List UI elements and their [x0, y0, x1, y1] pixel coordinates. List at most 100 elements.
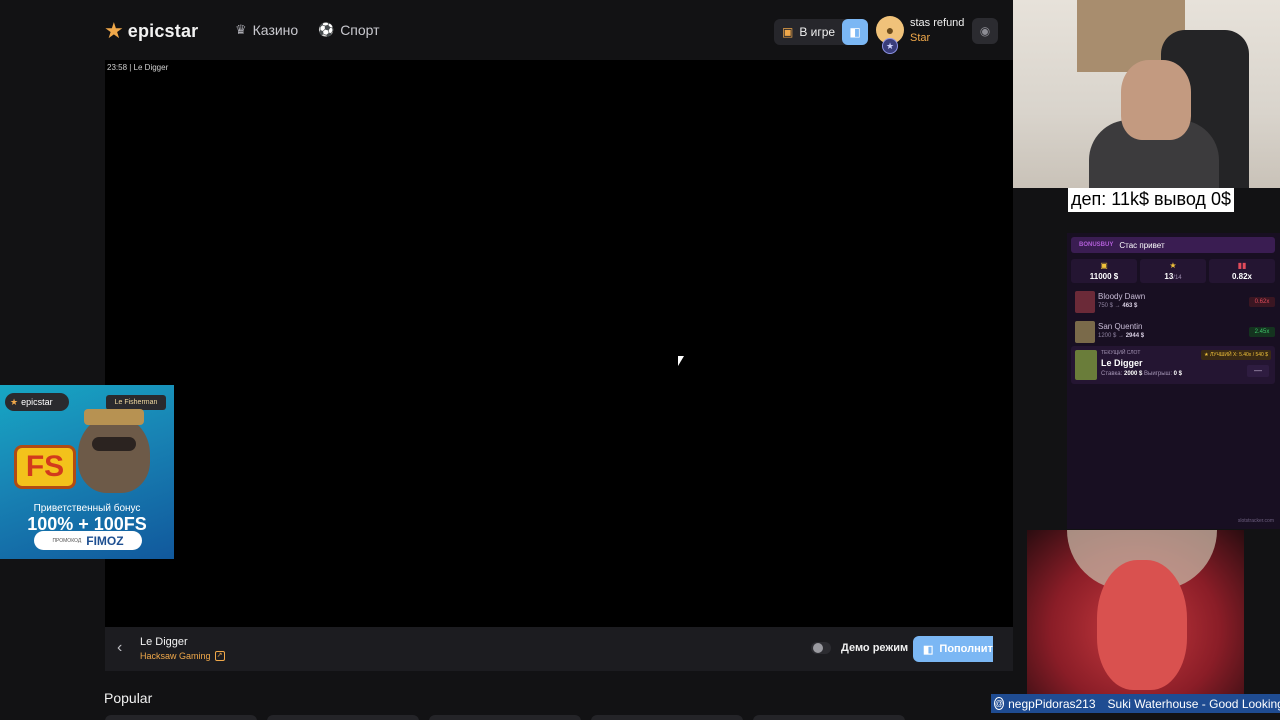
- nav-casino[interactable]: ♛ Казино: [235, 22, 298, 38]
- star-icon: ★: [10, 396, 19, 407]
- game-title: Le Digger: [140, 636, 188, 648]
- notifications-button[interactable]: ◉: [972, 18, 998, 44]
- raccoon-mascot-image: [78, 409, 150, 493]
- tracker-stats: ▣ 11000 $ ★ 13/14 ▮▮ 0.82x: [1071, 259, 1275, 283]
- bonus-tracker-panel: BONUSBUY Стас привет ▣ 11000 $ ★ 13/14 ▮…: [1067, 233, 1280, 529]
- mask-shape: [92, 437, 136, 451]
- promo-line1: Приветственный бонус: [33, 503, 141, 514]
- back-chevron-icon[interactable]: ‹: [117, 639, 122, 657]
- slot-thumbnail-image: [1075, 291, 1095, 313]
- current-slot-dash: —: [1247, 365, 1269, 377]
- nav-sport-label: Спорт: [340, 22, 380, 38]
- chart-icon: ▮▮: [1237, 260, 1247, 270]
- slot-thumbnail-image: [1075, 321, 1095, 343]
- tracker-tag: BONUSBUY: [1079, 242, 1114, 248]
- crown-icon: ♛: [235, 22, 247, 37]
- slot-win: 2944 $: [1125, 333, 1145, 339]
- chat-message: Suki Waterhouse - Good Looking: [1107, 696, 1280, 711]
- stat-bonuses: ★ 13/14: [1140, 259, 1206, 283]
- game-bottom-bar: ‹ Le Digger Hacksaw Gaming ↗ Демо режим …: [105, 627, 1013, 671]
- promo-banner: ★ epicstar Le Fisherman FS Приветственны…: [0, 385, 174, 559]
- secondary-webcam: [1027, 530, 1244, 696]
- in-game-button[interactable]: ▣ В игре ◧: [774, 19, 868, 45]
- game-thumbnail[interactable]: [753, 715, 905, 720]
- deposit-button[interactable]: ◧ Пополнит: [913, 636, 993, 662]
- promo-code-label: ПРОМОКОД: [52, 537, 82, 544]
- game-frame[interactable]: 23:58 | Le Digger: [105, 60, 1013, 627]
- streamer-face-image: [1121, 60, 1191, 140]
- toggle-switch[interactable]: [811, 642, 831, 654]
- external-link-icon: ↗: [214, 651, 225, 661]
- current-slot-thumbnail-image: [1075, 350, 1097, 380]
- nav-casino-label: Казино: [252, 22, 299, 38]
- promo-code-pill: ПРОМОКОД FIMOZ: [34, 531, 142, 550]
- win-label: Выигрыш:: [1144, 371, 1172, 377]
- bet-value: 2000 $: [1123, 371, 1143, 377]
- stat-bonuses-count: 13: [1164, 271, 1174, 281]
- slot-row: Bloody Dawn 750 $ → 463 $ 0.62x: [1075, 289, 1275, 315]
- best-multiplier-badge: ★ ЛУЧШИЙ X: 5.40x / 540 $: [1201, 350, 1271, 360]
- provider-name: Hacksaw Gaming: [140, 651, 211, 661]
- slot-name: Bloody Dawn: [1098, 292, 1146, 301]
- promo-brand-text: epicstar: [21, 397, 53, 407]
- win-value: 0 $: [1173, 371, 1183, 377]
- chat-ticker: @ negpPidoras213 Suki Waterhouse - Good …: [991, 694, 1280, 713]
- logo-text: epicstar: [127, 20, 199, 41]
- rank-badge-icon: ★: [882, 38, 898, 54]
- bet-label: Ставка:: [1101, 371, 1123, 377]
- demo-mode-toggle[interactable]: Демо режим: [811, 642, 908, 654]
- slot-amounts: 1200 $ → 2944 $: [1098, 333, 1145, 339]
- logo[interactable]: ★ epicstar: [104, 20, 198, 42]
- stat-balance-value: 11000 $: [1089, 271, 1119, 281]
- current-slot-name: Le Digger: [1101, 358, 1143, 368]
- game-thumbnail[interactable]: [429, 715, 581, 720]
- stat-bonuses-total: /14: [1173, 274, 1182, 281]
- deposit-label: Пополнит: [939, 643, 993, 655]
- promo-game-name: Le Fisherman: [106, 395, 166, 410]
- slot-multiplier: 0.62x: [1249, 297, 1275, 307]
- bell-icon: ◉: [979, 24, 991, 38]
- slot-row: San Quentin 1200 $ → 2944 $ 2.45x: [1075, 319, 1275, 345]
- stat-average: ▮▮ 0.82x: [1209, 259, 1275, 283]
- slot-multiplier: 2.45x: [1249, 327, 1275, 337]
- top-header: ★ epicstar ♛ Казино ⚽ Спорт ▣ В игре ◧ ●…: [0, 0, 1013, 62]
- in-game-label: В игре: [799, 25, 836, 39]
- streamer-webcam: [1013, 0, 1280, 188]
- coin-icon: ▣: [1100, 260, 1108, 270]
- demo-mode-label: Демо режим: [841, 642, 909, 654]
- stat-balance: ▣ 11000 $: [1071, 259, 1137, 283]
- slot-name: San Quentin: [1098, 322, 1143, 331]
- promo-code-value: FIMOZ: [86, 533, 124, 548]
- user-rank: Star: [910, 32, 931, 44]
- tracker-header: BONUSBUY Стас привет: [1071, 237, 1275, 253]
- current-slot-bet: Ставка: 2000 $ Выигрыш: 0 $: [1101, 371, 1182, 377]
- wallet-icon[interactable]: ◧: [842, 19, 868, 45]
- user-icon: ●: [885, 22, 895, 38]
- toggle-knob: [813, 643, 823, 653]
- current-slot-label: ТЕКУЩИЙ СЛОТ: [1101, 350, 1141, 356]
- game-provider-link[interactable]: Hacksaw Gaming ↗: [140, 651, 225, 661]
- game-thumbnail[interactable]: [105, 715, 257, 720]
- tracker-title: Стас привет: [1119, 240, 1165, 250]
- star-icon: ★: [1169, 260, 1177, 270]
- slot-bet: 1200 $: [1098, 333, 1117, 339]
- avatar[interactable]: ● ★: [876, 16, 904, 54]
- game-thumbnail[interactable]: [591, 715, 743, 720]
- face-image: [1097, 560, 1187, 690]
- stat-average-value: 0.82x: [1231, 271, 1253, 281]
- slot-amounts: 750 $ → 463 $: [1098, 303, 1138, 309]
- game-caption: 23:58 | Le Digger: [107, 63, 169, 72]
- slot-win: 463 $: [1122, 303, 1138, 309]
- game-thumbnail[interactable]: [267, 715, 419, 720]
- user-profile[interactable]: ● ★ stas refund Star: [876, 16, 964, 54]
- nav-sport[interactable]: ⚽ Спорт: [318, 22, 380, 38]
- at-icon: @: [994, 697, 1005, 710]
- popular-games-row: [105, 715, 905, 720]
- tracker-footer: slotstracker.com: [1237, 518, 1274, 524]
- wallet-icon: ◧: [923, 643, 934, 656]
- stat-bonuses-value: 13/14: [1164, 272, 1181, 281]
- ball-icon: ⚽: [318, 22, 335, 37]
- deposit-withdraw-overlay: деп: 11k$ вывод 0$: [1068, 188, 1234, 212]
- star-logo-icon: ★: [104, 18, 124, 43]
- mouse-cursor-icon: [678, 356, 684, 366]
